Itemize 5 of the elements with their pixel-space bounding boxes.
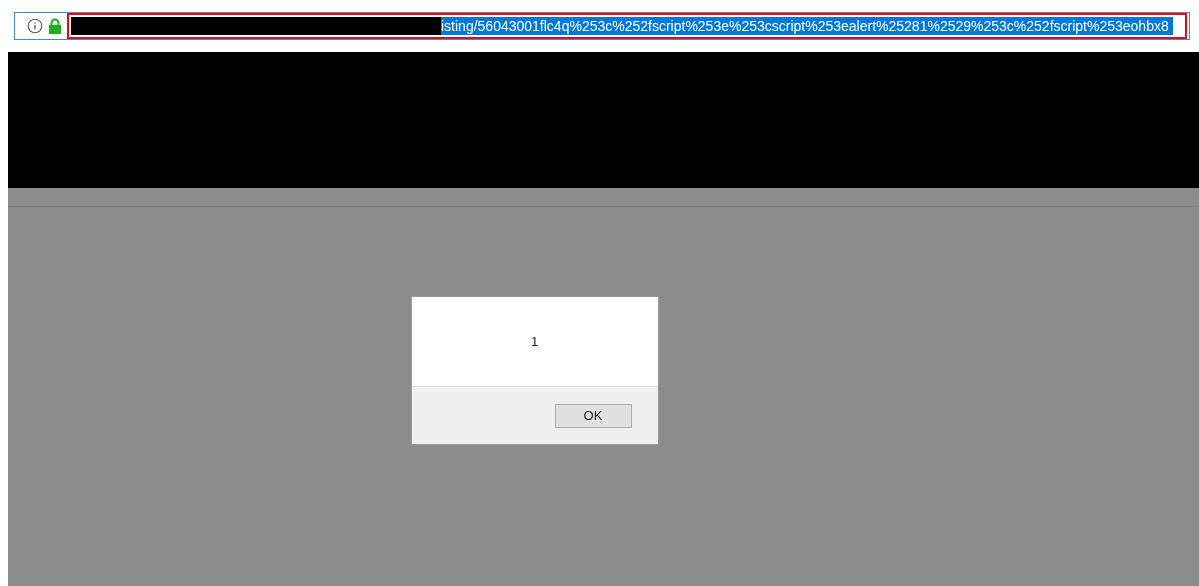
url-text: isting/56043001flc4q%253c%252fscript%253e%253cscript%253ealert%25281%2529%253c%252fscript%253eohbx8 — [441, 17, 1173, 35]
ok-button[interactable]: OK — [554, 403, 632, 428]
info-icon[interactable] — [27, 18, 43, 34]
alert-message: 1 — [530, 332, 539, 351]
padlock-icon — [48, 18, 62, 34]
